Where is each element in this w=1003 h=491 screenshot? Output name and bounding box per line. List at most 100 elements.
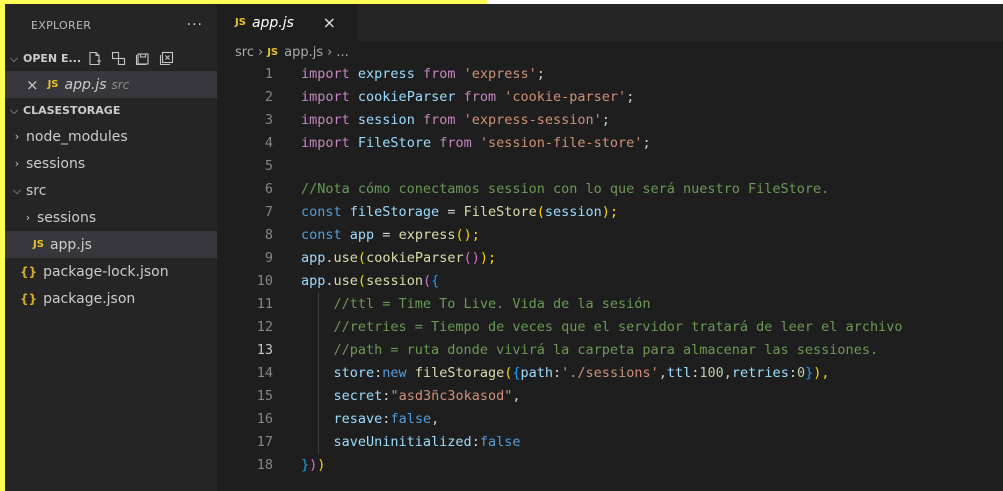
code-token: path — [520, 365, 554, 381]
code-line[interactable]: 10 app.use(session({ — [217, 270, 1003, 293]
toggle-layout-icon[interactable] — [111, 51, 126, 66]
code-token: import — [301, 89, 350, 105]
code-line[interactable]: 8 const app = express(); — [217, 224, 1003, 247]
code-token: ); — [601, 204, 619, 220]
code-token: FileStore — [357, 135, 432, 151]
code-line[interactable]: 12 //retries = Tiempo de veces que el se… — [217, 316, 1003, 339]
code-line[interactable]: 4 import FileStore from 'session-file-sto… — [217, 132, 1003, 155]
code-line[interactable]: 5 — [217, 155, 1003, 178]
code-token: (); — [455, 227, 480, 243]
open-editor-app-js[interactable]: × JS app.js src — [5, 71, 217, 98]
line-number: 4 — [264, 135, 273, 151]
more-actions-icon[interactable]: ··· — [187, 17, 203, 33]
code-token: fileStorage — [349, 204, 440, 220]
code-line[interactable]: 3 import session from 'express-session'; — [217, 109, 1003, 132]
open-editors-section[interactable]: ⌵ OPEN E... — [5, 46, 217, 71]
tree-item-label: app.js — [49, 236, 92, 253]
tree-item-label: sessions — [37, 209, 97, 226]
code-token: 0 — [796, 365, 806, 381]
tree-item-package-lock[interactable]: {} package-lock.json — [5, 258, 217, 285]
tree-item-label: node_modules — [26, 128, 128, 145]
code-token: express — [357, 66, 415, 82]
code-line[interactable]: 7 const fileStorage = FileStore(session); — [217, 201, 1003, 224]
save-all-icon[interactable] — [135, 51, 150, 66]
code-line[interactable]: 6 //Nota cómo conectamos session con lo q… — [217, 178, 1003, 201]
code-token: //path = ruta donde vivirá la carpeta pa… — [333, 342, 879, 358]
code-text: store:new fileStorage({path:'./sessions'… — [301, 362, 830, 385]
breadcrumb-symbol[interactable]: ... — [336, 45, 348, 60]
code-text: //retries = Tiempo de veces que el servi… — [301, 316, 902, 339]
line-number: 12 — [256, 319, 273, 335]
code-token: } — [301, 457, 310, 473]
indent-guide — [318, 362, 319, 385]
indent-guide — [318, 408, 319, 431]
line-number: 5 — [264, 158, 273, 174]
code-line[interactable]: 2 import cookieParser from 'cookie-parser… — [217, 86, 1003, 109]
tree-item-package-json[interactable]: {} package.json — [5, 285, 217, 312]
code-line[interactable]: 17 saveUninitialized:false — [217, 431, 1003, 454]
breadcrumb-folder[interactable]: src — [235, 45, 254, 60]
code-token: cookieParser — [357, 89, 456, 105]
code-token: resave — [333, 411, 383, 427]
code-token: FileStore — [463, 204, 537, 220]
code-token: , — [723, 365, 732, 381]
code-token: 'cookie-parser' — [504, 89, 627, 105]
code-token: ; — [536, 66, 545, 82]
code-line[interactable]: 16 resave:false, — [217, 408, 1003, 431]
code-token: import — [301, 66, 350, 82]
code-text: import FileStore from 'session-file-stor… — [301, 132, 651, 155]
code-token: from — [422, 112, 456, 128]
code-line[interactable]: 13 //path = ruta donde vivirá la carpeta… — [217, 339, 1003, 362]
tree-item-label: package-lock.json — [43, 263, 169, 280]
code-token: : — [471, 434, 480, 450]
code-line[interactable]: 15 secret:"asd3ñc3okasod", — [217, 385, 1003, 408]
tab-bar: JS app.js × — [217, 4, 1003, 41]
breadcrumb-file[interactable]: app.js — [284, 45, 323, 60]
tree-item-sessions[interactable]: › sessions — [5, 150, 217, 177]
close-all-icon[interactable] — [159, 51, 174, 66]
explorer-title: EXPLORER — [31, 18, 92, 32]
indent-guide — [318, 339, 319, 362]
tree-item-node-modules[interactable]: › node_modules — [5, 123, 217, 150]
code-line[interactable]: 18})) — [217, 454, 1003, 477]
close-icon[interactable]: × — [26, 76, 39, 94]
code-text: //path = ruta donde vivirá la carpeta pa… — [301, 339, 878, 362]
code-editor[interactable]: 1 import express from 'express'; 2 import c… — [217, 63, 1003, 477]
tree-item-src-sessions[interactable]: › sessions — [5, 204, 217, 231]
code-token: app — [301, 250, 326, 266]
close-icon[interactable]: × — [323, 13, 336, 32]
line-number: 11 — [256, 296, 273, 312]
code-line[interactable]: 14 store:new fileStorage({path:'./sessio… — [217, 362, 1003, 385]
code-line[interactable]: 1 import express from 'express'; — [217, 63, 1003, 86]
tree-item-app-js[interactable]: JS app.js — [5, 231, 217, 258]
code-token: express — [398, 227, 456, 243]
code-token: { — [512, 365, 521, 381]
tree-item-label: sessions — [26, 155, 86, 172]
code-token: import — [301, 112, 350, 128]
code-text: //Nota cómo conectamos session con lo qu… — [301, 178, 829, 201]
project-section[interactable]: ⌵ CLASESTORAGE — [5, 98, 217, 123]
code-text: })) — [301, 454, 325, 477]
code-token: session — [357, 112, 415, 128]
tree-item-src[interactable]: ⌵ src — [5, 177, 217, 204]
code-token: app — [349, 227, 375, 243]
code-token: const — [301, 204, 342, 220]
json-file-icon: {} — [20, 291, 38, 306]
code-token: "asd3ñc3okasod" — [390, 388, 513, 404]
tab-app-js[interactable]: JS app.js × — [217, 4, 358, 41]
open-editors-actions — [87, 51, 174, 66]
code-token: . — [325, 250, 334, 266]
code-token: ); — [479, 250, 497, 266]
code-line[interactable]: 9 app.use(cookieParser()); — [217, 247, 1003, 270]
code-token: fileStorage — [414, 365, 505, 381]
new-untitled-file-icon[interactable] — [87, 51, 102, 66]
code-line[interactable]: 11 //ttl = Time To Live. Vida de la sesi… — [217, 293, 1003, 316]
indent-guide — [318, 316, 319, 339]
chevron-down-icon: ⌵ — [9, 103, 19, 117]
code-token: session — [544, 204, 602, 220]
